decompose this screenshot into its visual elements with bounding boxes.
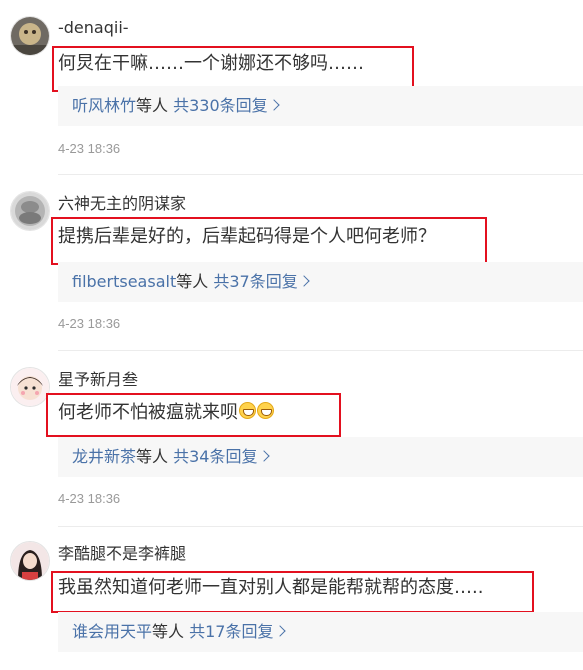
avatar[interactable] [10,367,50,407]
reply-users-link[interactable]: 谁会用天平 [72,622,152,641]
reply-count-link[interactable]: 共34条回复 [173,447,257,466]
avatar[interactable] [10,191,50,231]
timestamp: 4-23 18:36 [58,141,121,156]
timestamp: 4-23 18:36 [58,491,121,506]
reply-summary[interactable]: 谁会用天平等人 共17条回复 [58,612,583,652]
comment-text: 提携后辈是好的，后辈起码得是个人吧何老师？ [58,226,436,247]
username[interactable]: 星予新月叁 [58,370,138,390]
avatar[interactable] [10,16,50,56]
username[interactable]: 六神无主的阴谋家 [58,194,186,214]
reply-count-link[interactable]: 共17条回复 [189,622,273,641]
reply-count-link[interactable]: 共37条回复 [213,272,297,291]
reply-users-link[interactable]: 龙井新茶 [72,447,136,466]
chevron-right-icon [298,275,310,287]
comment-text-body: 何老师不怕被瘟就来呗 [58,402,238,423]
reply-summary[interactable]: 听风林竹等人 共330条回复 [58,86,583,126]
avatar-image [11,192,49,230]
comment-item: 六神无主的阴谋家 提携后辈是好的，后辈起码得是个人吧何老师？ filbertse… [0,175,583,351]
reply-count-link[interactable]: 共330条回复 [173,96,268,115]
reply-suffix: 等人 [136,96,169,115]
reply-users-link[interactable]: 听风林竹 [72,96,136,115]
avatar-image [11,368,49,406]
grin-emoji-icon [239,402,256,419]
reply-summary[interactable]: 龙井新茶等人 共34条回复 [58,437,583,477]
chevron-right-icon [273,625,286,637]
comment-text: 何老师不怕被瘟就来呗 [58,401,274,425]
reply-suffix: 等人 [136,447,169,466]
username[interactable]: -denaqii- [58,18,129,38]
avatar-image [11,17,49,55]
chevron-right-icon [257,450,270,462]
comment-text: 何炅在干嘛……一个谢娜还不够吗…… [58,53,364,74]
reply-users-link[interactable]: filbertseasalt [72,272,176,291]
timestamp: 4-23 18:36 [58,316,121,331]
grin-emoji-icon [257,402,274,419]
reply-summary[interactable]: filbertseasalt等人 共37条回复 [58,262,583,302]
chevron-right-icon [268,99,280,111]
avatar-image [11,542,49,580]
comment-item: 李酷腿不是李裤腿 我虽然知道何老师一直对别人都是能帮就帮的态度….. 谁会用天平… [0,527,583,670]
comment-item: 星予新月叁 何老师不怕被瘟就来呗 龙井新茶等人 共34条回复 4-23 18:3… [0,351,583,527]
comment-item: -denaqii- 何炅在干嘛……一个谢娜还不够吗…… 听风林竹等人 共330条… [0,0,583,175]
reply-suffix: 等人 [176,272,209,291]
reply-suffix: 等人 [152,622,185,641]
avatar[interactable] [10,541,50,581]
username[interactable]: 李酷腿不是李裤腿 [58,544,186,564]
comment-text: 我虽然知道何老师一直对别人都是能帮就帮的态度….. [58,577,484,598]
